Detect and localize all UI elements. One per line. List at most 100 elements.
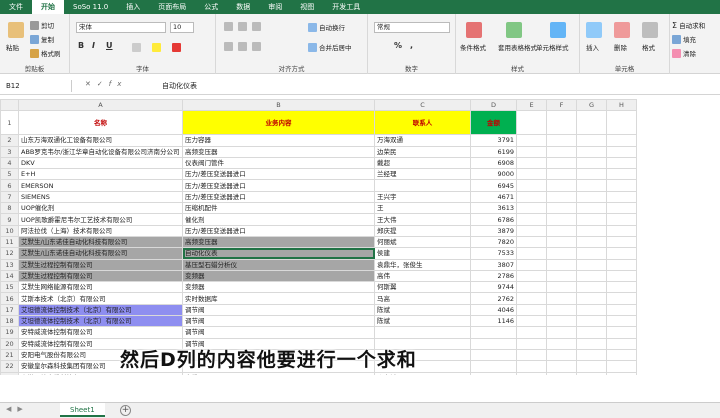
cell-business[interactable]: 压力/差压变送器进口 <box>182 168 375 181</box>
cell-empty[interactable] <box>576 258 607 271</box>
font-size-select[interactable]: 10 <box>170 22 194 33</box>
bold-button[interactable]: B <box>78 41 84 50</box>
formula-buttons[interactable]: ✕✓fx <box>85 80 127 88</box>
comma-button[interactable]: , <box>410 41 413 50</box>
row-header[interactable]: 15 <box>0 281 19 294</box>
tab-4[interactable]: 页面布局 <box>149 0 195 14</box>
column-header-d[interactable]: D <box>470 99 517 112</box>
align-bottom-icon[interactable] <box>252 22 261 31</box>
cell-empty[interactable] <box>516 292 547 305</box>
row-header[interactable]: 12 <box>0 247 19 260</box>
cell-amount[interactable]: 6908 <box>470 156 517 170</box>
cell-empty[interactable] <box>606 269 637 283</box>
cell-empty[interactable] <box>546 258 577 271</box>
row-header[interactable]: 3 <box>0 145 19 158</box>
row-header[interactable]: 7 <box>0 190 19 204</box>
cell-empty[interactable] <box>576 168 607 181</box>
cell-business[interactable]: 高频变压器 <box>182 235 375 249</box>
cell-empty[interactable] <box>606 360 637 373</box>
cell-empty[interactable] <box>516 202 547 215</box>
cell-name[interactable]: 阿法拉伐（上海）技术有限公司 <box>18 224 183 237</box>
cell-empty[interactable] <box>546 292 577 305</box>
cell-amount[interactable]: 7533 <box>470 247 517 260</box>
cell-empty[interactable] <box>576 337 607 350</box>
select-all-corner[interactable] <box>0 99 19 112</box>
cell-amount[interactable]: 9744 <box>470 281 517 294</box>
cell-empty[interactable] <box>516 269 547 283</box>
cell-name[interactable]: 安特威流体控制有限公司 <box>18 326 183 339</box>
row-header[interactable]: 19 <box>0 326 19 339</box>
cell-empty[interactable] <box>576 235 607 249</box>
cell-name[interactable]: 艾坦德流体控制技术（北京）有限公司 <box>18 303 183 317</box>
cell-business[interactable]: 调节阀 <box>182 326 375 339</box>
cell-business[interactable]: 变频器 <box>182 281 375 294</box>
cell-amount[interactable]: 2786 <box>470 269 517 283</box>
cell-empty[interactable] <box>606 371 637 375</box>
cell-empty[interactable] <box>546 235 577 249</box>
cell-empty[interactable] <box>546 348 577 362</box>
cell-style-button[interactable]: 单元格样式 <box>536 42 569 52</box>
cell-empty[interactable] <box>516 190 547 204</box>
cell-empty[interactable] <box>516 337 547 350</box>
cell-empty[interactable] <box>606 213 637 226</box>
cell-empty[interactable] <box>516 348 547 362</box>
cell-empty[interactable] <box>546 371 577 375</box>
row-header[interactable]: 13 <box>0 258 19 271</box>
conditional-format-button[interactable]: 条件格式 <box>460 42 486 52</box>
cell-empty[interactable] <box>516 110 547 136</box>
cell-empty[interactable] <box>576 213 607 226</box>
cell-contact[interactable]: 何斯翼 <box>374 281 471 294</box>
cell-empty[interactable] <box>546 179 577 192</box>
tab-3[interactable]: 插入 <box>117 0 149 14</box>
cell-business[interactable]: 压力容器 <box>182 134 375 147</box>
cell-contact[interactable]: 马高 <box>374 292 471 305</box>
column-header-f[interactable]: F <box>546 99 577 112</box>
tab-2[interactable]: SoSo 11.0 <box>64 0 117 14</box>
cell-empty[interactable] <box>546 315 577 328</box>
cell-empty[interactable] <box>606 348 637 362</box>
cell-name[interactable]: 安徽贝特电缆科技有限公司 <box>18 371 183 375</box>
cell-name[interactable]: 艾默生过程控制有限公司 <box>18 269 183 283</box>
cell-name[interactable]: EMERSON <box>18 179 183 192</box>
delete-button[interactable]: 删除 <box>614 42 627 52</box>
cell-contact[interactable]: 陈斌 <box>374 303 471 317</box>
column-header-g[interactable]: G <box>576 99 607 112</box>
cut-button[interactable]: 剪切 <box>30 20 54 30</box>
cell-business[interactable]: 催化剂 <box>182 213 375 226</box>
cell-amount[interactable]: 6199 <box>470 145 517 158</box>
cell-empty[interactable] <box>516 145 547 158</box>
percent-button[interactable]: % <box>394 41 402 50</box>
cell-empty[interactable] <box>576 224 607 237</box>
wrap-text-button[interactable]: 自动换行 <box>308 22 345 32</box>
cell-empty[interactable] <box>516 179 547 192</box>
cell-empty[interactable] <box>606 247 637 260</box>
row-header[interactable]: 1 <box>0 110 19 136</box>
cell-empty[interactable] <box>546 110 577 136</box>
cell-contact[interactable]: 戴超 <box>374 156 471 170</box>
cell-name[interactable]: 艾默生/山东诺佳自动化科技有限公司 <box>18 247 183 260</box>
cell-empty[interactable] <box>576 190 607 204</box>
cell-contact[interactable]: 高伟 <box>374 269 471 283</box>
row-header[interactable]: 5 <box>0 168 19 181</box>
font-color-icon[interactable] <box>172 43 181 52</box>
autosum-button[interactable]: Σ 自动求和 <box>672 20 705 31</box>
cell-amount[interactable] <box>470 348 517 362</box>
cell-name[interactable]: 艾默生网络能源有限公司 <box>18 281 183 294</box>
cell-empty[interactable] <box>516 326 547 339</box>
name-box[interactable]: B12 <box>2 80 72 92</box>
cell-contact[interactable]: 王大伟 <box>374 213 471 226</box>
cell-empty[interactable] <box>606 326 637 339</box>
cell-empty[interactable] <box>606 224 637 237</box>
row-header[interactable]: 8 <box>0 202 19 215</box>
cell-business[interactable]: 调节阀 <box>182 303 375 317</box>
cell-empty[interactable] <box>546 281 577 294</box>
cell-empty[interactable] <box>516 371 547 375</box>
cell-empty[interactable] <box>576 371 607 375</box>
cell-business[interactable]: 自动化仪表 <box>182 247 375 260</box>
cell-empty[interactable] <box>576 110 607 136</box>
cell-empty[interactable] <box>576 348 607 362</box>
cell-empty[interactable] <box>576 134 607 147</box>
column-header-a[interactable]: A <box>18 99 183 112</box>
header-contact-cell[interactable]: 联系人 <box>374 110 471 136</box>
format-painter-button[interactable]: 格式刷 <box>30 48 61 58</box>
